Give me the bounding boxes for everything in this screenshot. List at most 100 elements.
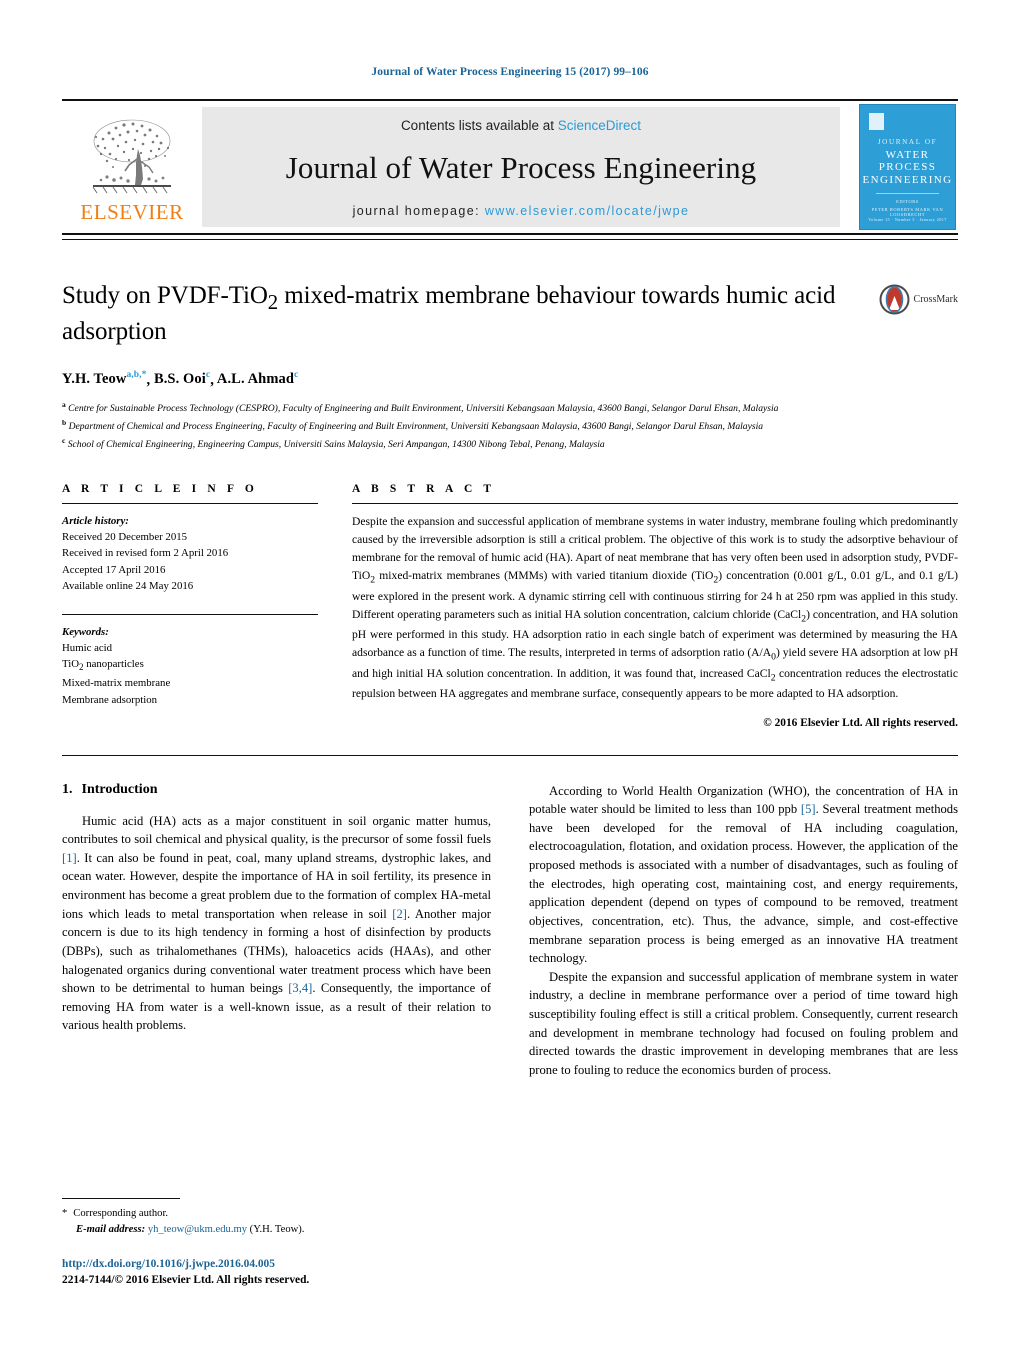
abstract-column: A B S T R A C T Despite the expansion an…: [352, 483, 958, 729]
article-history-group: Article history: Received 20 December 20…: [62, 513, 318, 595]
contents-prefix: Contents lists available at: [400, 118, 558, 133]
crossmark-label: CrossMark: [913, 294, 958, 305]
citation-ref[interactable]: [2]: [392, 907, 407, 921]
crossmark-icon: [879, 284, 910, 315]
footnote-block: * Corresponding author. E-mail address: y…: [62, 1198, 502, 1289]
elsevier-logo: ELSEVIER: [62, 101, 202, 233]
journal-cover-container: JOURNAL OF WATER PROCESS ENGINEERING EDI…: [840, 101, 958, 233]
keywords-group: Keywords: Humic acid TiO2 nanoparticles …: [62, 624, 318, 708]
email-owner: (Y.H. Teow).: [249, 1224, 305, 1236]
homepage-prefix: journal homepage:: [352, 204, 485, 218]
affiliation-text: Department of Chemical and Process Engin…: [68, 421, 764, 433]
history-item: Accepted 17 April 2016: [62, 563, 166, 576]
author-item: A.L. Ahmadc: [216, 370, 299, 388]
journal-cover-thumbnail[interactable]: JOURNAL OF WATER PROCESS ENGINEERING EDI…: [859, 104, 956, 230]
article-info-column: A R T I C L E I N F O Article history: R…: [62, 483, 352, 708]
affiliation-text: School of Chemical Engineering, Engineer…: [67, 439, 605, 451]
abstract-heading: A B S T R A C T: [352, 482, 496, 495]
body-columns: 1. Introduction Humic acid (HA) acts as a…: [62, 782, 958, 1080]
author-list: Y.H. Teowa,b,*, B.S. Ooic, A.L. Ahmadc: [62, 370, 299, 388]
author-name: A.L. Ahmad: [216, 371, 295, 388]
affiliation-item: b Department of Chemical and Process Eng…: [62, 417, 958, 435]
article-history-title: Article history:: [62, 514, 129, 527]
history-item: Received in revised form 2 April 2016: [62, 547, 229, 560]
doi-link[interactable]: http://dx.doi.org/10.1016/j.jwpe.2016.04…: [62, 1256, 502, 1273]
doi-block: http://dx.doi.org/10.1016/j.jwpe.2016.04…: [62, 1256, 502, 1289]
cover-emblem-icon: [869, 113, 884, 130]
keyword-item: Mixed-matrix membrane: [62, 677, 171, 690]
author-affil-marks: a,b,: [126, 370, 142, 381]
body-column-left: 1. Introduction Humic acid (HA) acts as a…: [62, 782, 491, 1080]
title-block: Study on PVDF-TiO2 mixed-matrix membrane…: [62, 280, 958, 349]
keywords-title: Keywords:: [62, 625, 109, 638]
running-head: Journal of Water Process Engineering 15 …: [371, 66, 649, 78]
corresponding-star: *: [62, 1208, 68, 1220]
citation-ref[interactable]: [5]: [801, 802, 816, 816]
section-divider: [62, 754, 958, 756]
corresponding-marker: *: [141, 370, 147, 381]
elsevier-wordmark: ELSEVIER: [80, 200, 184, 224]
paragraph: According to World Health Organization (…: [529, 783, 958, 966]
issn-copyright-line: 2214-7144/© 2016 Elsevier Ltd. All right…: [62, 1274, 310, 1287]
paragraph: Humic acid (HA) acts as a major constitu…: [62, 813, 491, 1033]
cover-line-4: EDITORS: [896, 199, 919, 204]
history-item: Available online 24 May 2016: [62, 580, 194, 593]
cover-divider: [876, 193, 939, 194]
section-heading-introduction: 1. Introduction: [62, 782, 491, 798]
affiliation-mark: b: [62, 418, 67, 428]
affiliation-mark: c: [62, 435, 66, 445]
sciencedirect-link[interactable]: ScienceDirect: [558, 118, 641, 133]
paragraph: Despite the expansion and successful app…: [529, 969, 958, 1077]
citation-ref[interactable]: [1]: [62, 851, 77, 865]
journal-homepage-line: journal homepage: www.elsevier.com/locat…: [353, 204, 690, 218]
cover-line-2: WATER PROCESS: [878, 149, 937, 173]
history-item: Received 20 December 2015: [62, 530, 188, 543]
elsevier-tree-icon: [92, 119, 171, 194]
journal-title: Journal of Water Process Engineering: [285, 150, 757, 185]
cover-line-1: JOURNAL OF: [877, 138, 938, 146]
cover-line-5: PETER ROBERTS MARK VAN LOOSDRECHT: [871, 207, 944, 217]
author-item: B.S. Ooic: [153, 370, 211, 388]
keyword-item: Humic acid: [62, 641, 113, 654]
corresponding-author-line: * Corresponding author.: [62, 1206, 502, 1222]
paper-title-text: Study on PVDF-TiO2 mixed-matrix membrane…: [62, 282, 836, 346]
email-label: E-mail address:: [76, 1224, 146, 1236]
keyword-item: TiO2 nanoparticles: [62, 658, 144, 673]
body-column-right: According to World Health Organization (…: [529, 782, 958, 1080]
author-name: B.S. Ooi: [153, 371, 206, 388]
cover-line-3: ENGINEERING: [862, 174, 953, 186]
affiliation-item: a Centre for Sustainable Process Technol…: [62, 399, 958, 417]
paper-page: Journal of Water Process Engineering 15 …: [0, 0, 1020, 1351]
cover-footer: Volume 15 · Number 3 · January 2017: [868, 217, 947, 222]
author-affil-marks: c: [294, 370, 299, 381]
affiliation-mark: a: [62, 400, 66, 410]
affiliation-list: a Centre for Sustainable Process Technol…: [62, 399, 958, 452]
keywords-rule: [62, 613, 318, 615]
abstract-copyright: © 2016 Elsevier Ltd. All rights reserved…: [763, 716, 958, 729]
info-abstract-region: A R T I C L E I N F O Article history: R…: [62, 483, 958, 729]
corresponding-author-text: Corresponding author.: [73, 1208, 169, 1220]
masthead-center: Contents lists available at ScienceDirec…: [202, 107, 840, 227]
contents-available-line: Contents lists available at ScienceDirec…: [401, 118, 641, 133]
abstract-rule: [352, 502, 958, 504]
affiliation-text: Centre for Sustainable Process Technolog…: [68, 403, 779, 415]
title-column: Study on PVDF-TiO2 mixed-matrix membrane…: [62, 280, 879, 349]
journal-masthead: ELSEVIER Contents lists available at Sci…: [62, 99, 958, 235]
masthead-underline: [62, 239, 958, 240]
author-item: Y.H. Teowa,b,*: [62, 370, 147, 388]
affiliation-item: c School of Chemical Engineering, Engine…: [62, 435, 958, 453]
homepage-url-link[interactable]: www.elsevier.com/locate/jwpe: [485, 204, 690, 218]
page-title: Study on PVDF-TiO2 mixed-matrix membrane…: [62, 280, 861, 349]
email-link[interactable]: yh_teow@ukm.edu.my: [148, 1224, 247, 1235]
section-title: Introduction: [81, 781, 158, 797]
article-info-heading: A R T I C L E I N F O: [62, 482, 258, 495]
email-line: E-mail address: yh_teow@ukm.edu.my (Y.H.…: [62, 1222, 502, 1238]
article-info-rule: [62, 502, 318, 504]
footnote-rule: [62, 1198, 180, 1200]
abstract-text: Despite the expansion and successful app…: [352, 514, 959, 701]
author-affil-marks: c: [205, 370, 211, 381]
citation-ref[interactable]: [3,4]: [288, 981, 312, 995]
keyword-item: Membrane adsorption: [62, 693, 158, 706]
section-number: 1.: [62, 781, 73, 797]
crossmark-badge[interactable]: CrossMark: [879, 280, 958, 315]
